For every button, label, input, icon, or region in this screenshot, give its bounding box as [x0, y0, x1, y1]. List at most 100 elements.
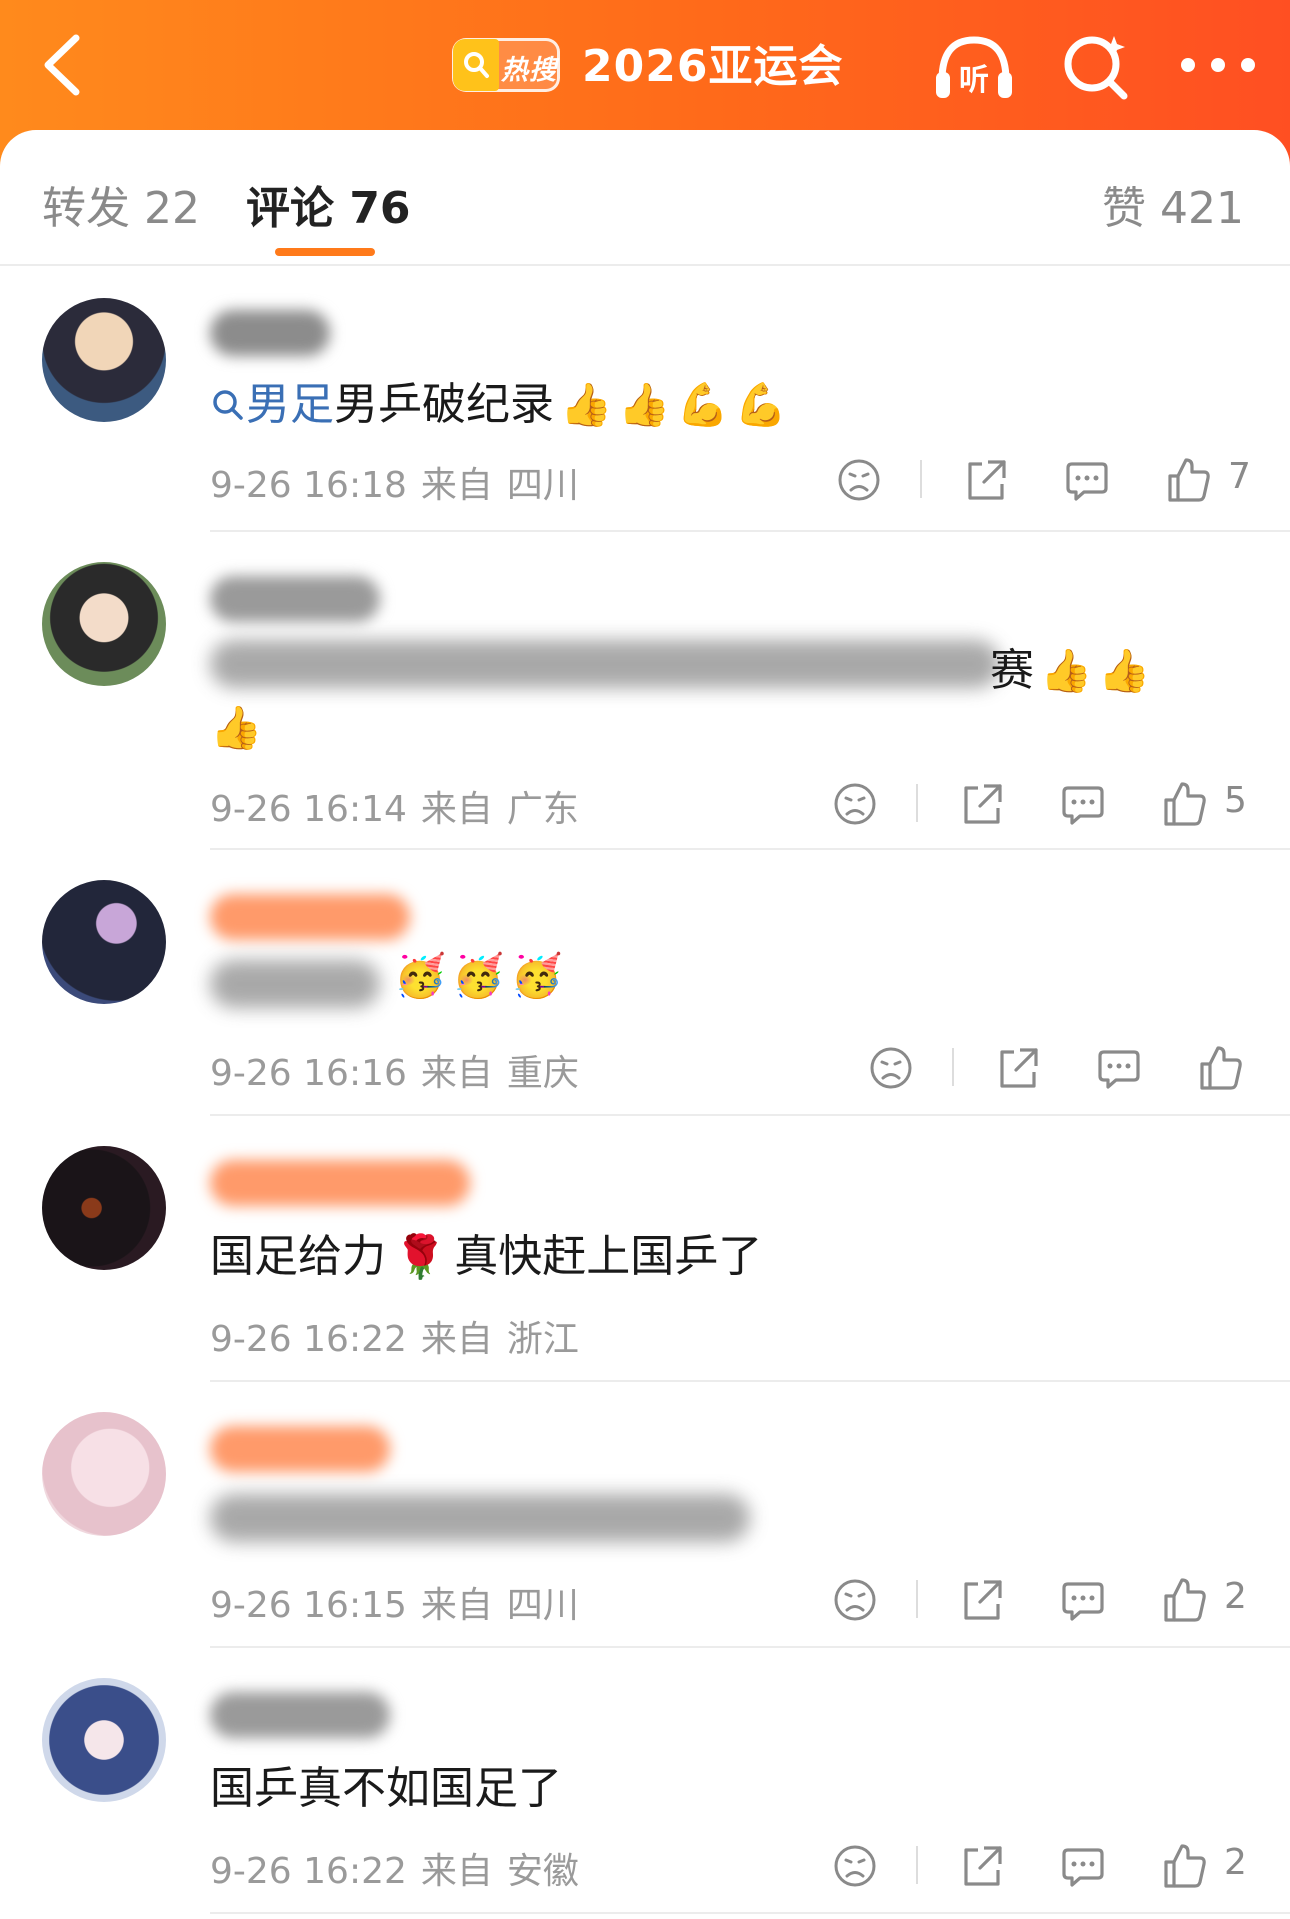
dislike-face-icon[interactable] — [836, 452, 882, 508]
reply-icon[interactable] — [1064, 452, 1110, 508]
comment-body: 男乒破纪录 — [334, 379, 554, 430]
comment-location: 安徽 — [506, 1851, 579, 1892]
reply-icon[interactable] — [1060, 1572, 1106, 1628]
avatar[interactable] — [42, 880, 166, 1004]
share-icon[interactable] — [962, 452, 1008, 508]
redacted-text — [210, 1494, 750, 1542]
divider — [916, 1846, 918, 1884]
thumbs-up-emoji: 👍 — [560, 380, 613, 429]
reply-icon[interactable] — [1096, 1040, 1142, 1096]
flexed-biceps-emoji: 💪 — [734, 380, 788, 429]
comment-divider — [210, 1912, 1290, 1914]
dislike-face-icon[interactable] — [832, 776, 878, 832]
dislike-face-icon[interactable] — [832, 1838, 878, 1894]
comment-text-line2: 👍 — [210, 702, 262, 753]
username[interactable] — [210, 576, 380, 622]
search-icon[interactable] — [1060, 30, 1132, 102]
share-icon[interactable] — [958, 776, 1004, 832]
reply-icon[interactable] — [1060, 1838, 1106, 1894]
comment-meta: 9-26 16:18 来自 四川 — [210, 456, 593, 508]
comment-actions: 2 — [816, 1838, 1266, 1894]
comment-meta: 9-26 16:16 来自 重庆 — [210, 1044, 593, 1096]
search-icon — [213, 390, 243, 420]
thumbs-up-emoji: 👍 — [618, 380, 671, 429]
divider — [916, 1580, 918, 1618]
comment-item: 国足给力 🌹 真快赶上国乒了 9-26 16:22 来自 浙江 — [0, 1116, 1290, 1382]
like-icon[interactable] — [1162, 776, 1208, 832]
more-icon[interactable] — [1178, 50, 1258, 80]
tabs-bar: 转发 22 评论 76 赞 421 — [0, 130, 1290, 266]
from-label: 来自 — [420, 1319, 493, 1360]
thumbs-up-emoji: 👍 — [210, 703, 263, 752]
comment-meta: 9-26 16:22 来自 浙江 — [210, 1310, 593, 1362]
like-count: 2 — [1224, 1842, 1247, 1883]
party-face-emoji: 🥳 — [510, 951, 563, 1000]
comment-text: 男足男乒破纪录 👍 👍 💪 💪 — [210, 368, 787, 432]
hot-search-label: 热搜 — [501, 55, 557, 86]
listen-icon[interactable]: 听 — [932, 30, 1016, 102]
avatar[interactable] — [42, 1146, 166, 1270]
dislike-face-icon[interactable] — [832, 1572, 878, 1628]
username[interactable] — [210, 1160, 470, 1206]
rose-emoji: 🌹 — [394, 1232, 447, 1281]
redacted-text — [210, 960, 380, 1008]
flexed-biceps-emoji: 💪 — [676, 380, 729, 429]
comment-time: 9-26 16:18 — [210, 465, 407, 506]
from-label: 来自 — [420, 1585, 493, 1626]
tab-repost[interactable]: 转发 22 — [42, 172, 200, 236]
comment-item: 男足男乒破纪录 👍 👍 💪 💪 9-26 16:18 来自 四川 7 — [0, 280, 1290, 532]
thumbs-up-emoji: 👍 — [1040, 646, 1093, 695]
comment-text: 赛 👍 👍 — [990, 634, 1151, 698]
comment-item: 国乒真不如国足了 9-26 16:22 来自 安徽 2 — [0, 1648, 1290, 1914]
share-icon[interactable] — [958, 1838, 1004, 1894]
comment-actions: 2 — [816, 1572, 1266, 1628]
from-label: 来自 — [420, 789, 493, 830]
username[interactable] — [210, 1692, 390, 1738]
comment-location: 广东 — [506, 789, 579, 830]
username[interactable] — [210, 894, 410, 940]
avatar[interactable] — [42, 1412, 166, 1536]
from-label: 来自 — [420, 1851, 493, 1892]
avatar[interactable] — [42, 1678, 166, 1802]
dislike-face-icon[interactable] — [868, 1040, 914, 1096]
share-icon[interactable] — [958, 1572, 1004, 1628]
party-face-emoji: 🥳 — [452, 951, 505, 1000]
back-icon[interactable] — [30, 30, 100, 100]
hot-search-badge[interactable]: 热搜 — [452, 38, 560, 92]
divider — [952, 1048, 954, 1086]
comment-time: 9-26 16:15 — [210, 1585, 407, 1626]
like-icon[interactable] — [1162, 1572, 1208, 1628]
tab-likes[interactable]: 赞 421 — [1102, 172, 1244, 236]
like-count: 2 — [1224, 1576, 1247, 1617]
like-count: 5 — [1224, 780, 1247, 821]
divider — [920, 460, 922, 498]
search-mini-icon — [453, 39, 499, 91]
like-icon[interactable] — [1198, 1040, 1244, 1096]
comment-location: 重庆 — [506, 1053, 579, 1094]
divider — [916, 784, 918, 822]
topic-link[interactable]: 男足 — [210, 379, 334, 430]
comment-location: 浙江 — [506, 1319, 579, 1360]
comment-time: 9-26 16:22 — [210, 1319, 407, 1360]
like-icon[interactable] — [1162, 1838, 1208, 1894]
tab-comments[interactable]: 评论 76 — [246, 172, 411, 236]
comment-body: 国足给力 — [210, 1231, 386, 1282]
active-tab-indicator — [275, 248, 375, 256]
redacted-text — [210, 640, 1000, 688]
comment-text: 国乒真不如国足了 — [210, 1763, 562, 1814]
share-icon[interactable] — [994, 1040, 1040, 1096]
username[interactable] — [210, 310, 330, 356]
thumbs-up-emoji: 👍 — [1098, 646, 1151, 695]
comment-body-2: 真快赶上国乒了 — [454, 1231, 763, 1282]
comment-actions — [852, 1040, 1290, 1096]
reply-icon[interactable] — [1060, 776, 1106, 832]
like-icon[interactable] — [1166, 452, 1212, 508]
username[interactable] — [210, 1426, 390, 1472]
comment-actions: 7 — [820, 452, 1270, 508]
comment-location: 四川 — [506, 1585, 579, 1626]
from-label: 来自 — [420, 1053, 493, 1094]
avatar[interactable] — [42, 298, 166, 422]
comment-meta: 9-26 16:15 来自 四川 — [210, 1576, 593, 1628]
avatar[interactable] — [42, 562, 166, 686]
topic-label: 男足 — [246, 379, 334, 430]
